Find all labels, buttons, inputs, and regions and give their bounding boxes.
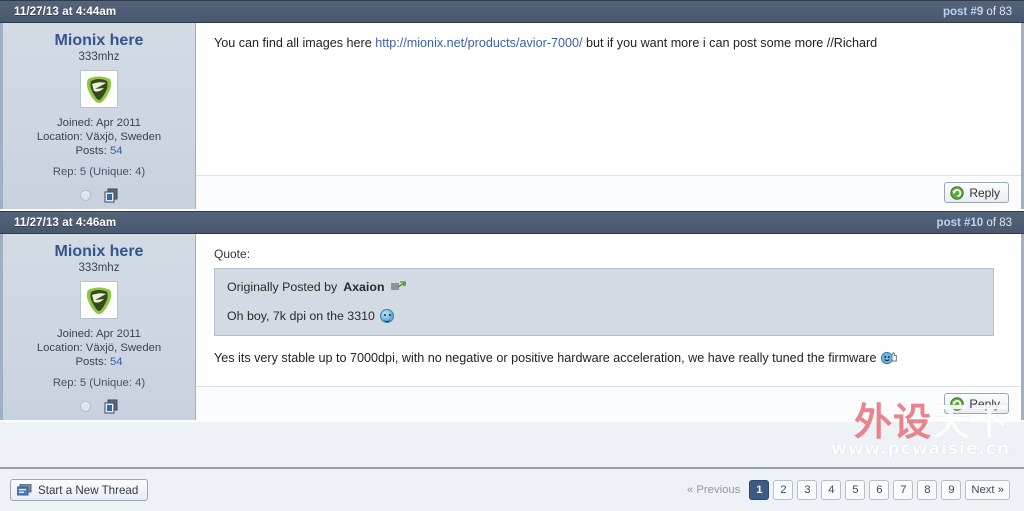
post-number-value: post #10 (936, 216, 984, 229)
avatar[interactable] (80, 70, 118, 108)
quote-author[interactable]: Axaion (343, 278, 384, 296)
user-title: 333mhz (78, 262, 120, 274)
user-posts: Posts: 54 (9, 355, 189, 369)
pagination-previous[interactable]: « Previous (682, 484, 745, 496)
thumbs-up-smiley-emoticon (880, 350, 898, 365)
reply-button-label: Reply (969, 185, 1000, 200)
start-new-thread-label: Start a New Thread (38, 483, 139, 497)
user-posts-label: Posts: (75, 145, 107, 157)
username-link[interactable]: Mionix here (9, 31, 189, 50)
user-posts: Posts: 54 (9, 144, 189, 158)
thumbs-up-smiley-icon (880, 351, 897, 365)
pagination-page-1[interactable]: 1 (749, 480, 770, 500)
user-info-panel: Mionix here 333mhz Joined: Apr 2011 Loca… (0, 234, 196, 420)
pagination-page-9[interactable]: 9 (941, 480, 962, 500)
pagination-page-5[interactable]: 5 (845, 480, 866, 500)
pagination-page-8[interactable]: 8 (917, 480, 938, 500)
post-footer: Reply (196, 175, 1021, 209)
offline-status-icon (79, 401, 91, 412)
user-stats: Joined: Apr 2011 Location: Växjö, Sweden… (9, 116, 189, 158)
quote-label: Quote: (214, 247, 251, 261)
post-body: Mionix here 333mhz Joined: Apr 2011 Loca… (0, 23, 1024, 209)
find-posts-icon[interactable] (104, 188, 119, 203)
user-posts-count: 54 (109, 356, 123, 368)
start-new-thread-button[interactable]: Start a New Thread (10, 479, 149, 501)
pagination-page-7[interactable]: 7 (893, 480, 914, 500)
post-reply-text-row: Yes its very stable up to 7000dpi, with … (214, 349, 1007, 367)
reply-button[interactable]: Reply (944, 393, 1009, 414)
post-block: 11/27/13 at 4:46am post #10 of 83 Mionix… (0, 211, 1024, 422)
pagination-page-2[interactable]: 2 (773, 480, 794, 500)
quote-attribution: Originally Posted by Axaion (227, 278, 981, 296)
user-joined: Joined: Apr 2011 (57, 117, 141, 129)
external-link[interactable]: http://mionix.net/products/avior-7000/ (375, 36, 582, 50)
pagination-page-3[interactable]: 3 (797, 480, 818, 500)
post-block: 11/27/13 at 4:44am post #9 of 83 Mionix … (0, 0, 1024, 211)
reply-button-label: Reply (969, 396, 1000, 411)
user-location: Location: Växjö, Sweden (36, 131, 162, 143)
avatar[interactable] (80, 281, 118, 319)
pagination-page-4[interactable]: 4 (821, 480, 842, 500)
pagination-next[interactable]: Next » (965, 480, 1010, 500)
watermark-url: www.pcwaisie.cn (831, 439, 1010, 459)
post-message: Quote: Originally Posted by Axaion Oh bo… (196, 234, 1021, 386)
post-message: You can find all images here http://mion… (196, 23, 1021, 175)
message-text-after: but if you want more i can post some mor… (582, 36, 878, 50)
quote-text: Oh boy, 7k dpi on the 3310 (227, 309, 375, 323)
post-number-value: post #9 (942, 5, 984, 18)
post-timestamp: 11/27/13 at 4:46am (14, 216, 117, 229)
user-icon-row (9, 399, 189, 414)
post-body: Mionix here 333mhz Joined: Apr 2011 Loca… (0, 234, 1024, 420)
user-posts-count: 54 (109, 145, 123, 157)
user-reputation: Rep: 5 (Unique: 4) (52, 166, 146, 178)
post-header: 11/27/13 at 4:46am post #10 of 83 (0, 211, 1024, 234)
new-thread-icon (17, 483, 32, 495)
user-icon-row (9, 188, 189, 203)
post-reply-text: Yes its very stable up to 7000dpi, with … (214, 351, 877, 365)
message-text-before: You can find all images here (214, 36, 376, 50)
post-number[interactable]: post #10 of 83 (937, 217, 1012, 229)
view-post-arrow-icon[interactable] (390, 281, 406, 293)
user-info-panel: Mionix here 333mhz Joined: Apr 2011 Loca… (0, 23, 196, 209)
reply-button[interactable]: Reply (944, 182, 1009, 203)
quote-text-row: Oh boy, 7k dpi on the 3310 (227, 307, 981, 325)
post-total-value: of 83 (986, 216, 1012, 229)
mionix-logo-icon (86, 76, 112, 103)
post-total-value: of 83 (986, 5, 1012, 18)
user-location: Location: Växjö, Sweden (36, 342, 162, 354)
forum-thread-page: 11/27/13 at 4:44am post #9 of 83 Mionix … (0, 0, 1024, 511)
user-title: 333mhz (78, 51, 120, 63)
post-number[interactable]: post #9 of 83 (943, 6, 1012, 18)
user-joined: Joined: Apr 2011 (57, 328, 141, 340)
reply-arrow-icon (950, 185, 965, 200)
message-column: You can find all images here http://mion… (196, 23, 1024, 209)
user-stats: Joined: Apr 2011 Location: Växjö, Sweden… (9, 327, 189, 369)
reply-arrow-icon (950, 396, 965, 411)
post-footer: Reply (196, 386, 1021, 420)
pagination-page-6[interactable]: 6 (869, 480, 890, 500)
offline-status-icon (79, 190, 91, 201)
mionix-logo-icon (86, 287, 112, 314)
find-posts-icon[interactable] (104, 399, 119, 414)
username-link[interactable]: Mionix here (9, 242, 189, 261)
quote-attribution-prefix: Originally Posted by (227, 280, 338, 294)
quote-box: Originally Posted by Axaion Oh boy, 7k d… (214, 268, 994, 336)
blue-smiley-emoticon (379, 309, 394, 323)
post-header: 11/27/13 at 4:44am post #9 of 83 (0, 0, 1024, 23)
post-timestamp: 11/27/13 at 4:44am (14, 5, 117, 18)
pagination: « Previous 1 2 3 4 5 6 7 8 9 Next » (682, 480, 1010, 500)
bottom-toolbar: Start a New Thread « Previous 1 2 3 4 5 … (0, 467, 1024, 511)
user-posts-label: Posts: (75, 356, 107, 368)
user-reputation: Rep: 5 (Unique: 4) (52, 377, 146, 389)
message-column: Quote: Originally Posted by Axaion Oh bo… (196, 234, 1024, 420)
